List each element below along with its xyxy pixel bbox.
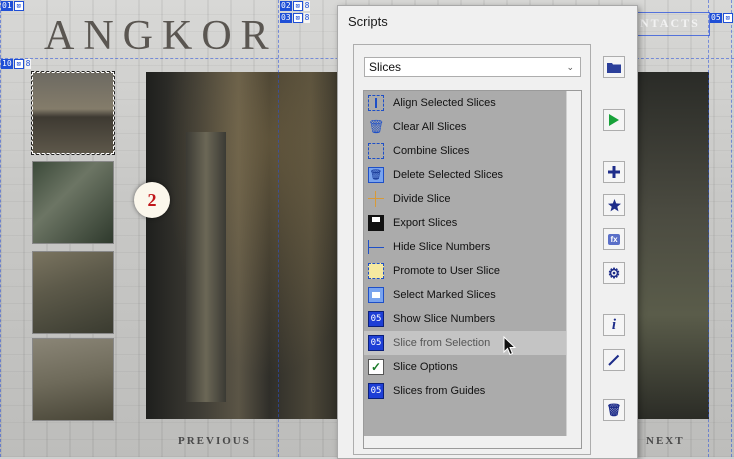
list-item-label: Select Marked Slices [393, 289, 496, 301]
open-folder-button[interactable] [603, 56, 625, 78]
slice-number-tag: 02 ⊠ 8 [280, 1, 311, 11]
list-item-label: Promote to User Slice [393, 265, 500, 277]
scripts-group: Slices ⌄ Align Selected Slices 🗑 Clear A… [353, 44, 591, 455]
slice-number-tag: 03 ⊠ 8 [280, 13, 311, 23]
slice-rect [637, 12, 710, 36]
favorite-button[interactable] [603, 194, 625, 216]
thumbnail[interactable] [32, 251, 114, 334]
delete-slices-icon: 🗑 [368, 167, 384, 183]
thumbnail-selected[interactable] [31, 71, 115, 155]
run-script-button[interactable] [603, 109, 625, 131]
list-item-label: Align Selected Slices [393, 97, 496, 109]
next-link[interactable]: NEXT [646, 435, 685, 447]
thumbnail[interactable] [32, 338, 114, 421]
list-item-label: Slice Options [393, 361, 458, 373]
list-item[interactable]: ✓ Slice Options [364, 355, 567, 379]
list-item[interactable]: Export Slices [364, 211, 567, 235]
fx-button[interactable]: fx [603, 228, 625, 250]
list-item[interactable]: Hide Slice Numbers [364, 235, 567, 259]
plus-icon [608, 166, 620, 178]
promote-slice-icon [368, 263, 384, 279]
slice-guide [278, 0, 279, 457]
list-item-hovered[interactable]: 05 Slice from Selection [364, 331, 567, 355]
align-slices-icon [368, 95, 384, 111]
edit-button[interactable] [603, 349, 625, 371]
list-item[interactable]: Divide Slice [364, 187, 567, 211]
list-item[interactable]: Align Selected Slices [364, 91, 567, 115]
list-horizontal-scrollbar[interactable] [364, 436, 567, 448]
slice-guide [731, 0, 732, 457]
scripts-list[interactable]: Align Selected Slices 🗑 Clear All Slices… [363, 90, 582, 449]
fx-icon: fx [608, 233, 620, 245]
gear-icon: ⚙ [607, 264, 621, 281]
list-scrollbar[interactable] [566, 91, 581, 448]
slice-number-icon: 05 [368, 311, 384, 327]
star-icon [607, 198, 621, 211]
slice-number-icon: 05 [368, 335, 384, 351]
list-item[interactable]: 05 Slices from Guides [364, 379, 567, 403]
add-script-button[interactable] [603, 161, 625, 183]
play-icon [609, 114, 619, 126]
list-item-label: Slices from Guides [393, 385, 486, 397]
list-item-label: Hide Slice Numbers [393, 241, 491, 253]
list-item[interactable]: 🗑 Delete Selected Slices [364, 163, 567, 187]
main-photo [146, 72, 352, 419]
previous-link[interactable]: PREVIOUS [178, 435, 251, 447]
hide-numbers-icon [368, 239, 384, 255]
slice-number-tag: 10 ⊠ 8 [1, 59, 32, 69]
pencil-icon [608, 354, 620, 366]
select-marked-icon [368, 287, 384, 303]
list-item[interactable]: Promote to User Slice [364, 259, 567, 283]
slice-number-tag: 05 ⊠ [710, 13, 734, 23]
trash-icon: 🗑 [367, 119, 385, 134]
list-item[interactable]: Combine Slices [364, 139, 567, 163]
list-item[interactable]: 🗑 Clear All Slices [364, 115, 567, 139]
info-icon: i [611, 316, 617, 333]
list-item-label: Divide Slice [393, 193, 451, 205]
slice-number-icon: 05 [368, 383, 384, 399]
site-logo: ANGKOR [44, 13, 278, 59]
delete-button[interactable]: 🗑 [603, 399, 625, 421]
mouse-cursor-icon [503, 336, 517, 356]
combine-slices-icon [368, 143, 384, 159]
info-button[interactable]: i [603, 314, 625, 336]
folder-icon [607, 63, 621, 73]
list-item-label: Clear All Slices [393, 121, 467, 133]
slice-number-tag: 01 ⊠ [1, 1, 25, 11]
number-badge: 2 [134, 182, 170, 218]
slice-guide [708, 0, 709, 457]
save-icon [368, 215, 384, 231]
list-item-label: Delete Selected Slices [393, 169, 504, 181]
checkbox-icon: ✓ [368, 359, 384, 375]
dropdown-value: Slices [369, 60, 402, 74]
settings-button[interactable]: ⚙ [603, 262, 625, 284]
chevron-down-icon: ⌄ [566, 62, 574, 72]
panel-title: Scripts [348, 14, 388, 29]
category-dropdown[interactable]: Slices ⌄ [364, 57, 581, 77]
list-item-label: Show Slice Numbers [393, 313, 496, 325]
trash-icon: 🗑 [606, 403, 622, 417]
scripts-panel: Scripts Slices ⌄ Align Selected Slices 🗑… [337, 5, 638, 459]
side-photo [637, 72, 709, 419]
list-item-label: Export Slices [393, 217, 458, 229]
thumbnail[interactable] [32, 161, 114, 244]
list-item-label: Slice from Selection [393, 337, 491, 349]
list-item[interactable]: Select Marked Slices [364, 283, 567, 307]
divide-slice-icon [368, 191, 384, 207]
list-item-label: Combine Slices [393, 145, 470, 157]
list-item[interactable]: 05 Show Slice Numbers [364, 307, 567, 331]
